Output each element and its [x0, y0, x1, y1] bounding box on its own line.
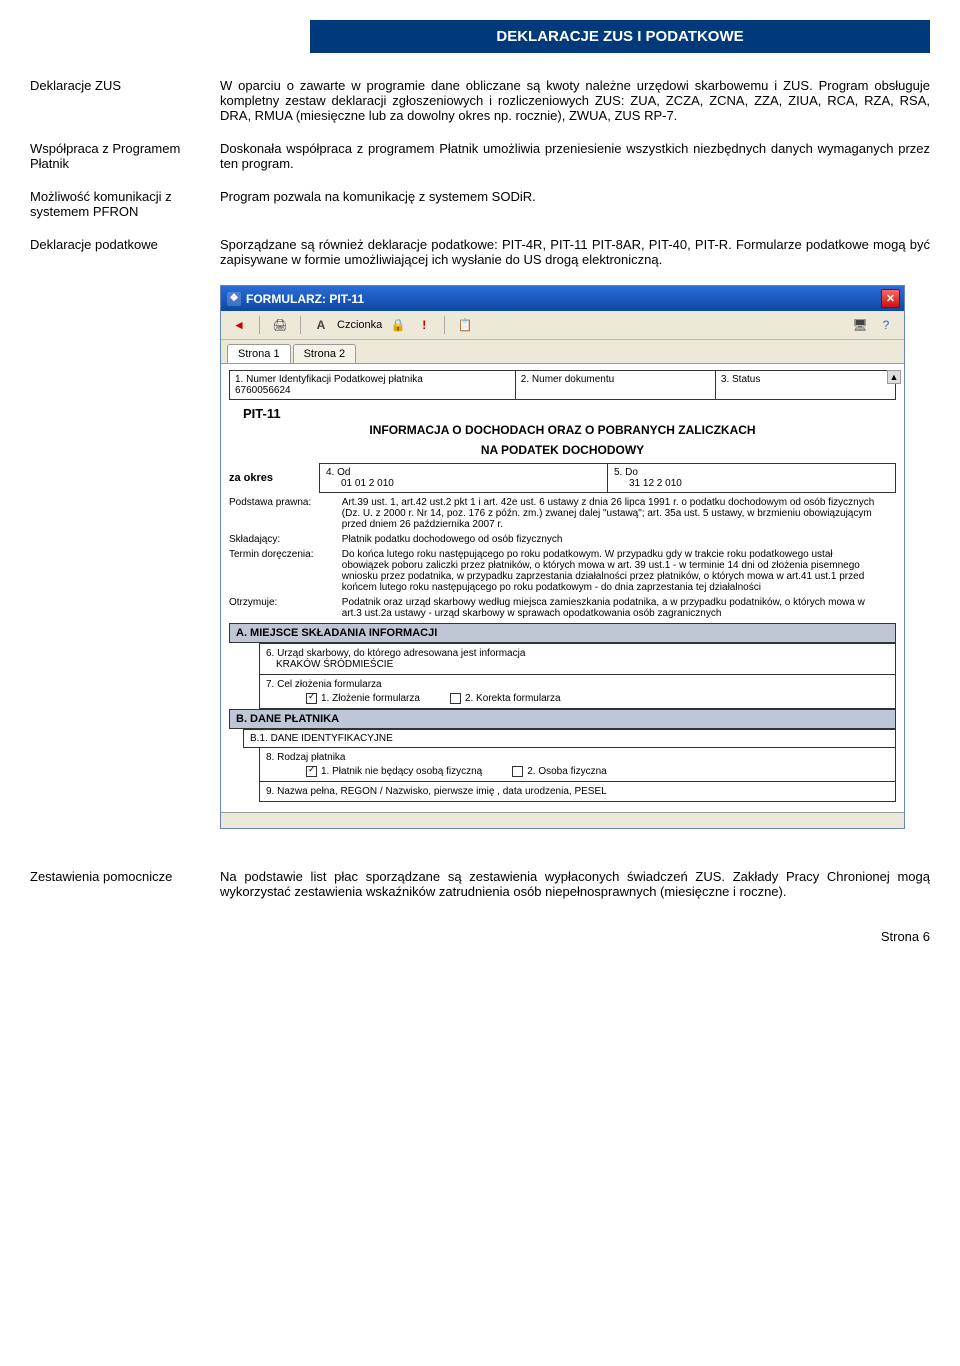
- skladajacy-label: Składający:: [229, 534, 339, 545]
- period-label: za okres: [229, 472, 319, 484]
- checkbox-fizyczna[interactable]: 2. Osoba fizyczna: [512, 766, 606, 777]
- form-name: PIT-11: [243, 406, 896, 421]
- text: Doskonała współpraca z programem Płatnik…: [220, 141, 930, 171]
- warning-icon[interactable]: !: [414, 316, 434, 334]
- row-platnik: Współpraca z Programem Płatnik Doskonała…: [30, 141, 930, 171]
- field8-label: 8. Rodzaj płatnika: [266, 752, 889, 763]
- checkbox-zlożenie[interactable]: 1. Złożenie formularza: [306, 693, 420, 704]
- field7-label: 7. Cel złożenia formularza: [266, 679, 889, 690]
- row-deklaracje-zus: Deklaracje ZUS W oparciu o zawarte w pro…: [30, 78, 930, 123]
- field6-label: 6. Urząd skarbowy, do którego adresowana…: [266, 648, 889, 659]
- checkbox-korekta[interactable]: 2. Korekta formularza: [450, 693, 561, 704]
- lock-icon[interactable]: 🔒: [388, 316, 408, 334]
- termin-label: Termin doręczenia:: [229, 549, 339, 560]
- section-b1-header: B.1. DANE IDENTYFIKACYJNE: [243, 729, 896, 748]
- row-pfron: Możliwość komunikacji z systemem PFRON P…: [30, 189, 930, 219]
- help-icon[interactable]: ?: [876, 316, 896, 334]
- toolbar: ◄ 🖨 A Czcionka 🔒 ! 📋 🖥 ?: [221, 311, 904, 340]
- field1-value: 6760056624: [235, 385, 510, 396]
- date-from-value: 01 01 2 010: [326, 478, 601, 489]
- row-zestawienia: Zestawienia pomocnicze Na podstawie list…: [30, 869, 930, 899]
- podstawa-label: Podstawa prawna:: [229, 497, 339, 508]
- checkbox-niefizyczna[interactable]: 1. Płatnik nie będący osobą fizyczną: [306, 766, 482, 777]
- field1-label: 1. Numer Identyfikacji Podatkowej płatni…: [235, 374, 510, 385]
- date-to-value: 31 12 2 010: [614, 478, 889, 489]
- section-a-header: A. MIEJSCE SKŁADANIA INFORMACJI: [229, 623, 896, 643]
- termin-text: Do końca lutego roku następującego po ro…: [342, 549, 882, 593]
- skladajacy-text: Płatnik podatku dochodowego od osób fizy…: [342, 534, 882, 545]
- otrzymuje-text: Podatnik oraz urząd skarbowy według miej…: [342, 597, 882, 619]
- label: Możliwość komunikacji z systemem PFRON: [30, 189, 220, 219]
- field2-label: 2. Numer dokumentu: [516, 370, 716, 400]
- back-icon[interactable]: ◄: [229, 316, 249, 334]
- date-to-label: 5. Do: [614, 467, 889, 478]
- titlebar: ❖ FORMULARZ: PIT-11 ✕: [221, 286, 904, 311]
- print-icon[interactable]: 🖨: [270, 316, 290, 334]
- page-footer: Strona 6: [30, 929, 930, 944]
- status-bar: [221, 812, 904, 828]
- tab-strip: Strona 1 Strona 2: [221, 340, 904, 364]
- field9-label: 9. Nazwa pełna, REGON / Nazwisko, pierws…: [259, 782, 896, 802]
- section-header: DEKLARACJE ZUS I PODATKOWE: [310, 20, 930, 53]
- font-icon[interactable]: A: [311, 316, 331, 334]
- label: Zestawienia pomocnicze: [30, 869, 220, 884]
- label: Deklaracje ZUS: [30, 78, 220, 93]
- calc-icon[interactable]: 🖥: [850, 316, 870, 334]
- podstawa-text: Art.39 ust. 1, art.42 ust.2 pkt 1 i art.…: [342, 497, 882, 530]
- text: W oparciu o zawarte w programie dane obl…: [220, 78, 930, 123]
- form-body: ▲ 1. Numer Identyfikacji Podatkowej płat…: [221, 364, 904, 812]
- close-button[interactable]: ✕: [881, 289, 900, 308]
- form-subtitle2: NA PODATEK DOCHODOWY: [229, 443, 896, 457]
- text: Na podstawie list płac sporządzane są ze…: [220, 869, 930, 899]
- window-title: FORMULARZ: PIT-11: [246, 292, 364, 306]
- text: Program pozwala na komunikację z systeme…: [220, 189, 930, 204]
- otrzymuje-label: Otrzymuje:: [229, 597, 339, 608]
- field6-value: KRAKÓW ŚRÓDMIEŚCIE: [266, 659, 889, 670]
- form-subtitle1: INFORMACJA O DOCHODACH ORAZ O POBRANYCH …: [229, 423, 896, 437]
- date-from-label: 4. Od: [326, 467, 601, 478]
- scroll-up-icon[interactable]: ▲: [887, 370, 901, 384]
- font-label: Czcionka: [337, 319, 382, 331]
- label: Deklaracje podatkowe: [30, 237, 220, 252]
- section-b-header: B. DANE PŁATNIKA: [229, 709, 896, 729]
- copy-icon[interactable]: 📋: [455, 316, 475, 334]
- label: Współpraca z Programem Płatnik: [30, 141, 220, 171]
- tab-page2[interactable]: Strona 2: [293, 344, 357, 363]
- field3-label: 3. Status: [716, 370, 896, 400]
- tab-page1[interactable]: Strona 1: [227, 344, 291, 363]
- row-podatkowe: Deklaracje podatkowe Sporządzane są równ…: [30, 237, 930, 267]
- text: Sporządzane są również deklaracje podatk…: [220, 237, 930, 267]
- app-icon: ❖: [227, 292, 241, 306]
- form-window: ❖ FORMULARZ: PIT-11 ✕ ◄ 🖨 A Czcionka 🔒 !…: [220, 285, 905, 829]
